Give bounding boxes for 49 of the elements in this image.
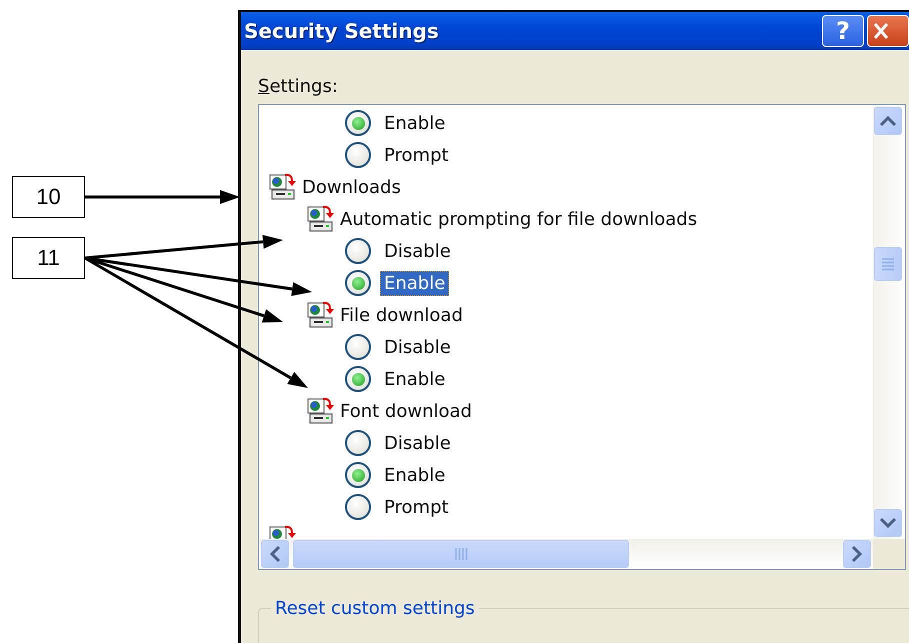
close-button[interactable] — [867, 15, 909, 47]
option-label[interactable]: Enable — [380, 366, 450, 392]
setting-label: File download — [340, 304, 463, 326]
scroll-up-button[interactable] — [874, 107, 902, 135]
chevron-right-icon — [851, 545, 863, 563]
option-label[interactable]: Enable — [380, 270, 450, 296]
vertical-scrollbar[interactable] — [873, 105, 905, 539]
option-label[interactable]: Prompt — [380, 142, 453, 168]
help-button[interactable]: ? — [822, 15, 864, 47]
setting-label: Automatic prompting for file downloads — [340, 208, 698, 230]
scroll-left-button[interactable] — [261, 540, 289, 568]
scroll-down-button[interactable] — [874, 509, 902, 537]
horizontal-scrollbar[interactable] — [259, 539, 873, 569]
group-title: Reset custom settings — [274, 598, 476, 619]
chevron-left-icon — [269, 545, 281, 563]
option-label[interactable]: Prompt — [380, 494, 453, 520]
radio-button[interactable] — [345, 462, 371, 488]
grip-icon — [454, 547, 468, 561]
scroll-thumb[interactable] — [874, 247, 902, 281]
computer-download-icon — [306, 300, 336, 330]
radio-button[interactable] — [345, 334, 371, 360]
radio-button[interactable] — [345, 238, 371, 264]
callout-label: 11 — [12, 237, 85, 279]
radio-button[interactable] — [345, 430, 371, 456]
callout-label: 10 — [12, 176, 85, 218]
option-label[interactable]: Enable — [380, 110, 450, 136]
option-label[interactable]: Enable — [380, 462, 450, 488]
close-icon — [872, 21, 890, 41]
settings-label: Settings: — [258, 76, 339, 99]
scrollbar-corner — [873, 539, 905, 569]
option-label[interactable]: Disable — [380, 334, 455, 360]
radio-button[interactable] — [345, 110, 371, 136]
option-label[interactable]: Disable — [380, 238, 455, 264]
computer-download-icon — [268, 172, 298, 202]
radio-button[interactable] — [345, 142, 371, 168]
setting-label: Font download — [340, 400, 472, 422]
radio-button[interactable] — [345, 270, 371, 296]
window-title: Security Settings — [244, 19, 439, 43]
chevron-up-icon — [879, 115, 897, 127]
chevron-down-icon — [879, 517, 897, 529]
radio-button[interactable] — [345, 494, 371, 520]
computer-download-icon — [306, 396, 336, 426]
scroll-right-button[interactable] — [843, 540, 871, 568]
scroll-thumb[interactable] — [293, 540, 629, 568]
category-label: Downloads — [302, 176, 401, 198]
option-label[interactable]: Disable — [380, 430, 455, 456]
computer-download-icon — [306, 204, 336, 234]
radio-button[interactable] — [345, 366, 371, 392]
grip-icon — [881, 257, 895, 271]
